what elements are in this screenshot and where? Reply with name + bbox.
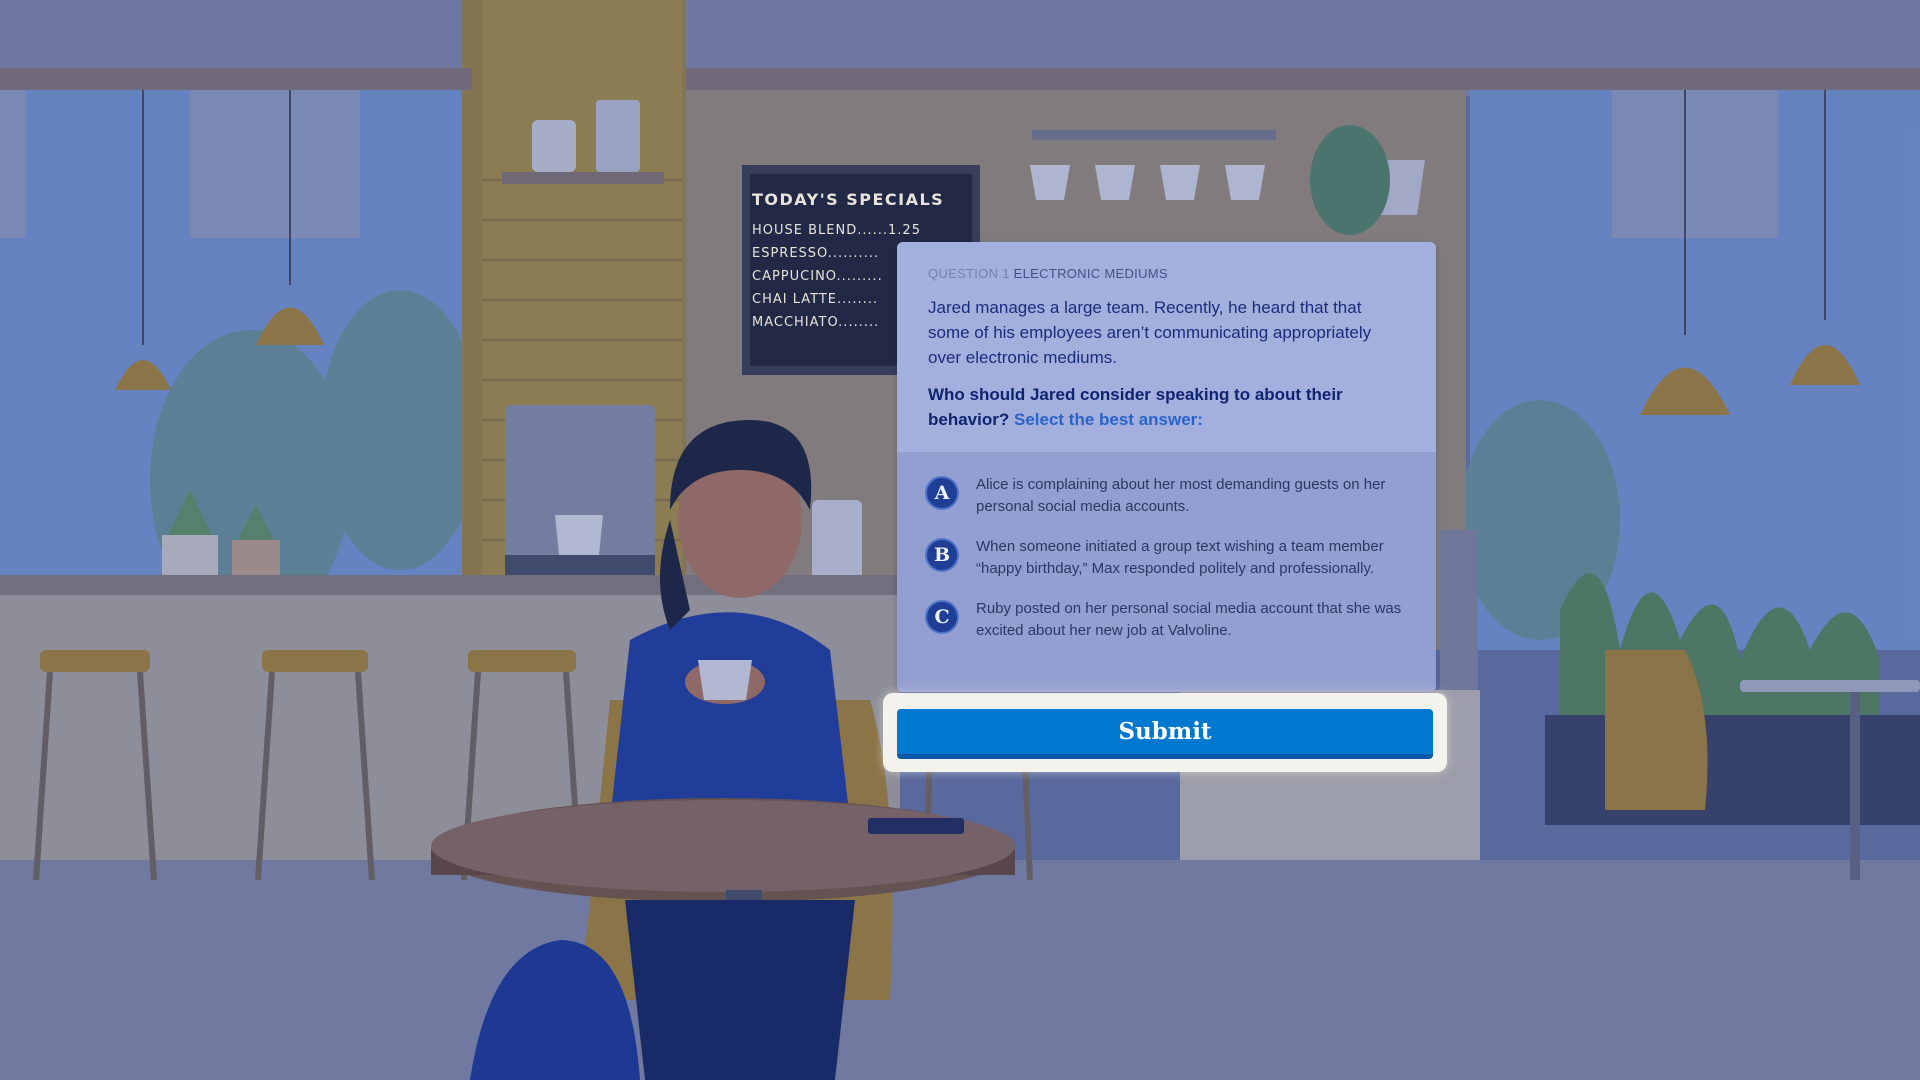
option-text: Alice is complaining about her most dema… [976, 476, 1386, 515]
submit-button[interactable]: Submit [897, 709, 1433, 759]
option-letter-badge: A [925, 476, 959, 510]
specials-board-title: TODAY'S SPECIALS [752, 190, 945, 209]
answer-option-c[interactable]: C Ruby posted on her personal social med… [925, 598, 1405, 642]
question-panel: QUESTION 1 ELECTRONIC MEDIUMS Jared mana… [897, 242, 1436, 692]
answer-option-b[interactable]: B When someone initiated a group text wi… [925, 536, 1405, 580]
question-stem: Jared manages a large team. Recently, he… [928, 298, 1372, 367]
answer-options: A Alice is complaining about her most de… [897, 452, 1436, 692]
option-text: Ruby posted on her personal social media… [976, 600, 1402, 639]
question-instruction: Select the best answer: [1013, 410, 1203, 429]
question-category: ELECTRONIC MEDIUMS [1013, 266, 1168, 281]
question-number: QUESTION 1 [928, 266, 1010, 281]
question-prompt: Who should Jared consider speaking to ab… [928, 382, 1405, 432]
question-header: QUESTION 1 ELECTRONIC MEDIUMS Jared mana… [897, 242, 1436, 452]
question-eyebrow: QUESTION 1 ELECTRONIC MEDIUMS [928, 266, 1405, 281]
specials-item: HOUSE BLEND......1.25 [752, 223, 921, 238]
option-letter-badge: C [925, 600, 959, 634]
answer-option-a[interactable]: A Alice is complaining about her most de… [925, 474, 1405, 518]
option-text: When someone initiated a group text wish… [976, 538, 1384, 577]
option-letter-badge: B [925, 538, 959, 572]
submit-highlight: Submit [883, 693, 1447, 772]
